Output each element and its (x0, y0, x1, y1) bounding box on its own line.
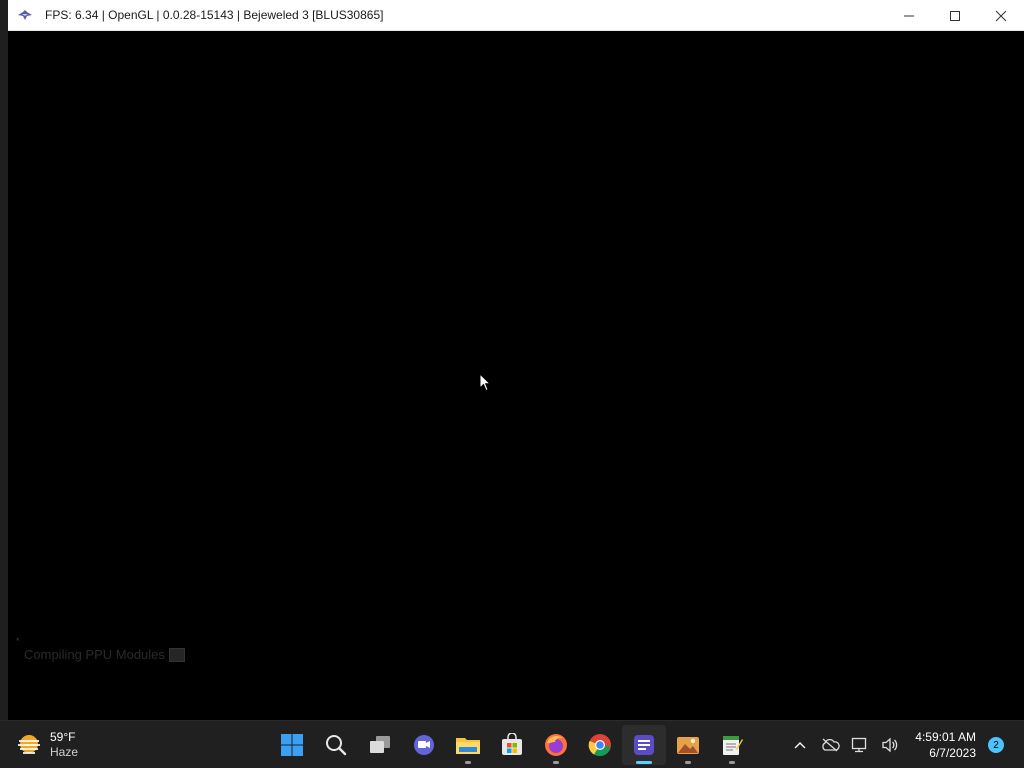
compile-status: Compiling PPU Modules (24, 647, 185, 662)
chevron-up-icon (794, 742, 806, 749)
firefox-button[interactable] (534, 725, 578, 765)
network-ethernet-icon (852, 737, 867, 753)
file-explorer-icon (456, 738, 480, 754)
clock-time: 4:59:01 AM (915, 730, 976, 744)
chrome-icon (588, 734, 611, 757)
search-icon (326, 735, 347, 756)
haze-weather-icon (18, 735, 40, 754)
microsoft-store-button[interactable] (490, 725, 534, 765)
running-indicator (465, 761, 471, 764)
maximize-icon (950, 10, 960, 21)
teams-chat-icon (414, 735, 434, 755)
firefox-icon (545, 734, 567, 756)
network-button[interactable] (845, 725, 875, 765)
photos-icon (677, 737, 699, 754)
onedrive-button[interactable] (815, 725, 845, 765)
search-button[interactable] (314, 725, 358, 765)
photos-button[interactable] (666, 725, 710, 765)
clock-button[interactable]: 4:59:01 AM 6/7/2023 (915, 729, 976, 761)
game-viewport[interactable]: * Compiling PPU Modules (8, 31, 1024, 720)
rpcs3-taskbar-button[interactable] (622, 725, 666, 765)
system-tray: 4:59:01 AM 6/7/2023 2 (785, 721, 1024, 768)
notification-badge[interactable]: 2 (988, 737, 1004, 753)
app-window: FPS: 6.34 | OpenGL | 0.0.28-15143 | Beje… (8, 0, 1024, 720)
taskbar-apps (270, 721, 754, 768)
rpcs3-app-icon (634, 735, 654, 755)
clock-date: 6/7/2023 (929, 746, 976, 760)
minimize-button[interactable] (886, 0, 932, 31)
file-explorer-button[interactable] (446, 725, 490, 765)
rpcs3-icon[interactable] (16, 6, 34, 24)
maximize-button[interactable] (932, 0, 978, 31)
running-indicator (636, 761, 652, 764)
task-view-icon (370, 736, 390, 753)
windows-start-icon (281, 734, 303, 756)
status-mark: * (16, 636, 20, 646)
weather-temperature: 59°F (50, 730, 76, 744)
task-view-button[interactable] (358, 725, 402, 765)
onedrive-offline-icon (822, 738, 841, 752)
start-button[interactable] (270, 725, 314, 765)
compile-message: Compiling PPU Modules (24, 647, 165, 662)
weather-widget[interactable]: 59°F Haze (16, 727, 78, 763)
show-hidden-icons-button[interactable] (785, 725, 815, 765)
taskbar: 59°F Haze 4:59:01 AM 6/7/2023 2 (0, 720, 1024, 768)
volume-button[interactable] (875, 725, 905, 765)
notepad-button[interactable] (710, 725, 754, 765)
volume-icon (882, 737, 898, 753)
window-title: FPS: 6.34 | OpenGL | 0.0.28-15143 | Beje… (45, 8, 384, 22)
running-indicator (685, 761, 691, 764)
notepad-icon (723, 736, 743, 755)
running-indicator (729, 761, 735, 764)
teams-chat-button[interactable] (402, 725, 446, 765)
close-icon (995, 10, 1007, 21)
caption-buttons (886, 0, 1024, 31)
store-icon (502, 733, 522, 755)
chrome-button[interactable] (578, 725, 622, 765)
close-button[interactable] (978, 0, 1024, 31)
progress-spinner-icon (168, 647, 185, 662)
minimize-icon (904, 15, 914, 16)
weather-condition: Haze (50, 745, 79, 759)
running-indicator (553, 761, 559, 764)
mouse-cursor-icon (479, 373, 491, 392)
title-bar[interactable]: FPS: 6.34 | OpenGL | 0.0.28-15143 | Beje… (8, 0, 1024, 31)
